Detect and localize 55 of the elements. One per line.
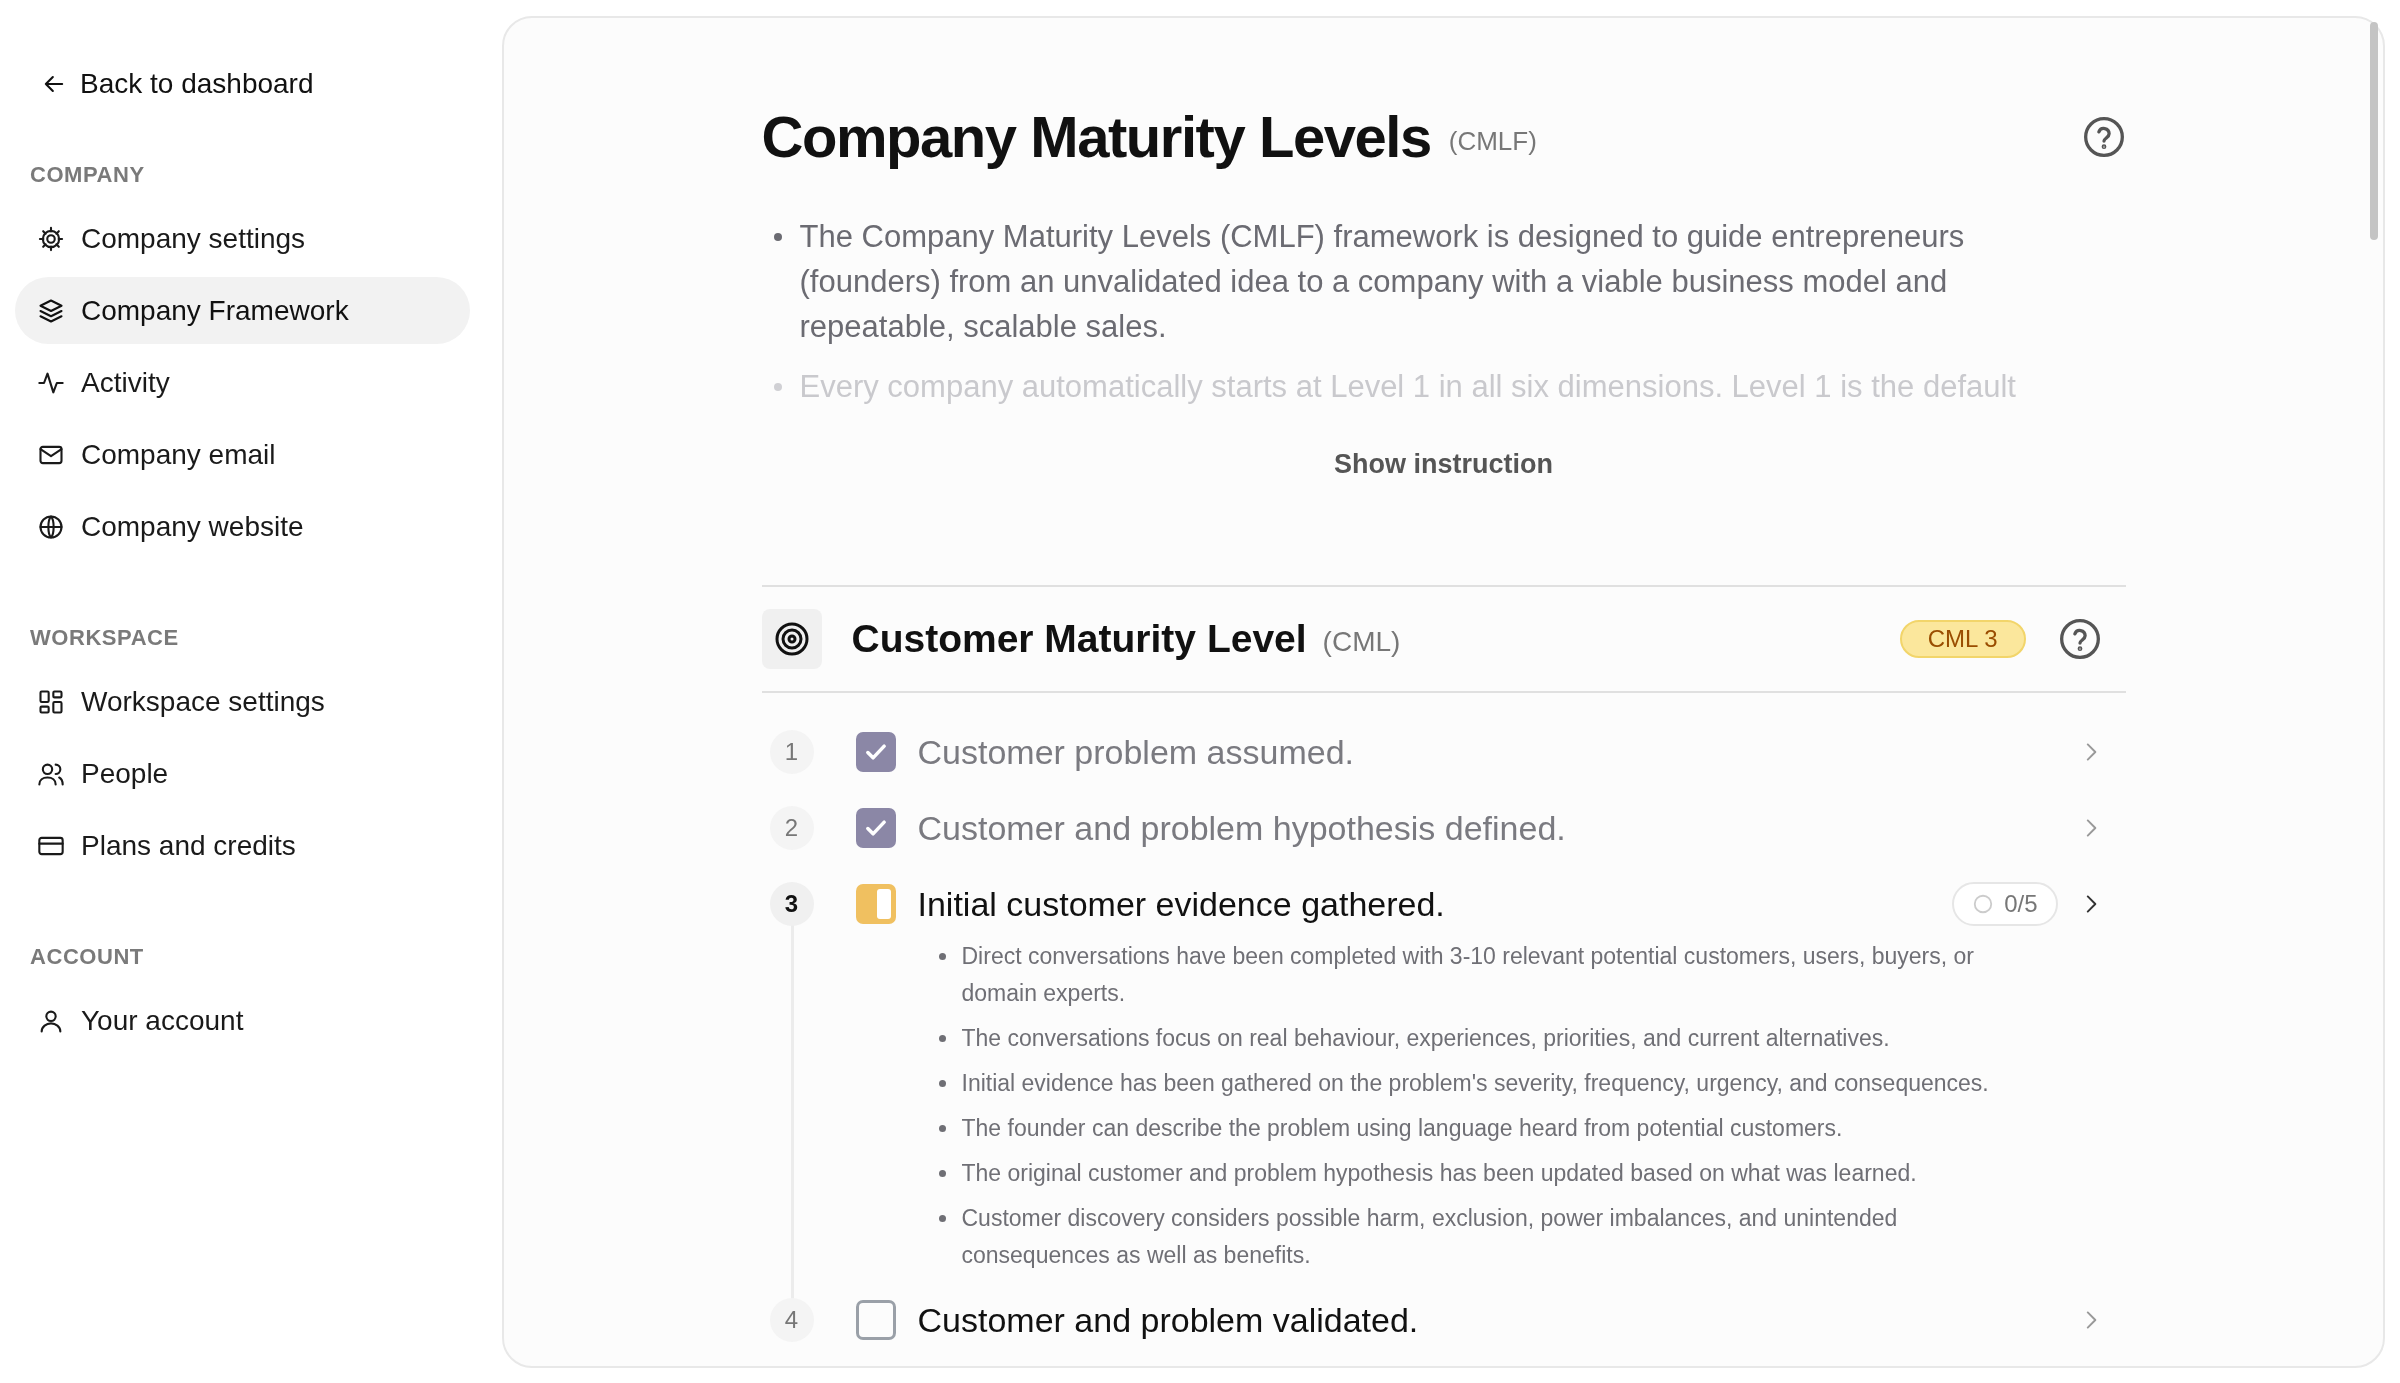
sidebar-item[interactable]: People <box>15 740 470 807</box>
criterion-text: Customer discovery considers possible harm, exclusion, power imbalances, and unintended consequences as well as benefits. <box>961 1204 1899 1270</box>
sidebar-item[interactable]: Workspace settings <box>15 668 470 735</box>
checkbox[interactable] <box>855 808 896 848</box>
bullet-icon <box>938 1080 946 1087</box>
target-icon <box>761 609 822 669</box>
level-badge: CML 3 <box>1899 620 2026 658</box>
level-title: Customer Maturity Level <box>851 615 1307 662</box>
show-instruction-button[interactable]: Show instruction <box>1324 440 1563 488</box>
level-abbreviation: (CML) <box>1322 625 1401 659</box>
progress-pill: 0/5 <box>1952 882 2058 926</box>
bullet-icon <box>773 233 782 241</box>
section-heading: WORKSPACE <box>29 624 180 652</box>
sidebar-item[interactable]: Your account <box>15 987 470 1054</box>
back-link[interactable]: Back to dashboard <box>15 62 470 106</box>
step-number: 3 <box>769 882 814 926</box>
bullet-icon <box>938 1125 946 1132</box>
step-number: 4 <box>769 1298 814 1342</box>
sidebar-item[interactable]: Activity <box>15 349 470 416</box>
gear-icon <box>37 224 65 253</box>
sidebar-item[interactable]: Plans and credits <box>15 812 470 879</box>
step-title[interactable]: Customer problem assumed. <box>917 732 1354 772</box>
step-number: 1 <box>769 730 814 774</box>
bullet-icon <box>773 383 782 391</box>
section-heading: ACCOUNT <box>29 943 145 971</box>
criterion-text: Direct conversations have been completed with 3-10 relevant potential customers, users, buyers, or domain experts. <box>961 942 1975 1008</box>
section-heading: COMPANY <box>29 161 146 189</box>
help-icon[interactable] <box>2081 115 2126 159</box>
checkbox[interactable] <box>855 884 896 924</box>
sidebar-item[interactable]: Company email <box>15 421 470 488</box>
intro-text: The Company Maturity Levels (CMLF) framework is designed to guide entrepreneurs (founders) from an unvalidated idea to a company with a viable business model and repeatable, scalable sales. <box>799 218 1966 346</box>
bullet-icon <box>938 1170 946 1177</box>
criterion-text: Initial evidence has been gathered on the problem's severity, frequency, urgency, and consequences. <box>961 1069 1989 1098</box>
bullet-icon <box>938 1215 946 1222</box>
criterion-text: The conversations focus on real behaviour, experiences, priorities, and current alternatives. <box>961 1024 1890 1053</box>
step-title[interactable]: Customer and problem hypothesis defined. <box>917 808 1566 848</box>
sidebar-item[interactable]: Company settings <box>15 205 470 272</box>
criterion-text: The founder can describe the problem using language heard from potential customers. <box>961 1114 1843 1143</box>
step-title[interactable]: Customer and problem validated. <box>917 1300 1419 1340</box>
globe-icon <box>37 512 65 541</box>
bullet-icon <box>938 1035 946 1042</box>
sidebar-item[interactable]: Company Framework <box>15 277 470 344</box>
scrollbar-thumb[interactable] <box>2370 22 2378 240</box>
title-abbreviation: (CMLF) <box>1448 124 1537 158</box>
circle-icon <box>1972 893 1995 915</box>
checkbox[interactable] <box>855 1300 896 1340</box>
bullet-icon <box>938 953 946 960</box>
help-icon[interactable] <box>2057 617 2102 661</box>
page-title: Company Maturity Levels <box>761 105 1431 169</box>
step-title[interactable]: Initial customer evidence gathered. <box>917 884 1445 924</box>
grid-icon <box>37 687 65 716</box>
criterion-text: The original customer and problem hypothesis has been updated based on what was learned. <box>961 1159 1917 1188</box>
sidebar-item[interactable]: Company website <box>15 493 470 560</box>
checkbox[interactable] <box>855 732 896 772</box>
step-number: 2 <box>769 806 814 850</box>
